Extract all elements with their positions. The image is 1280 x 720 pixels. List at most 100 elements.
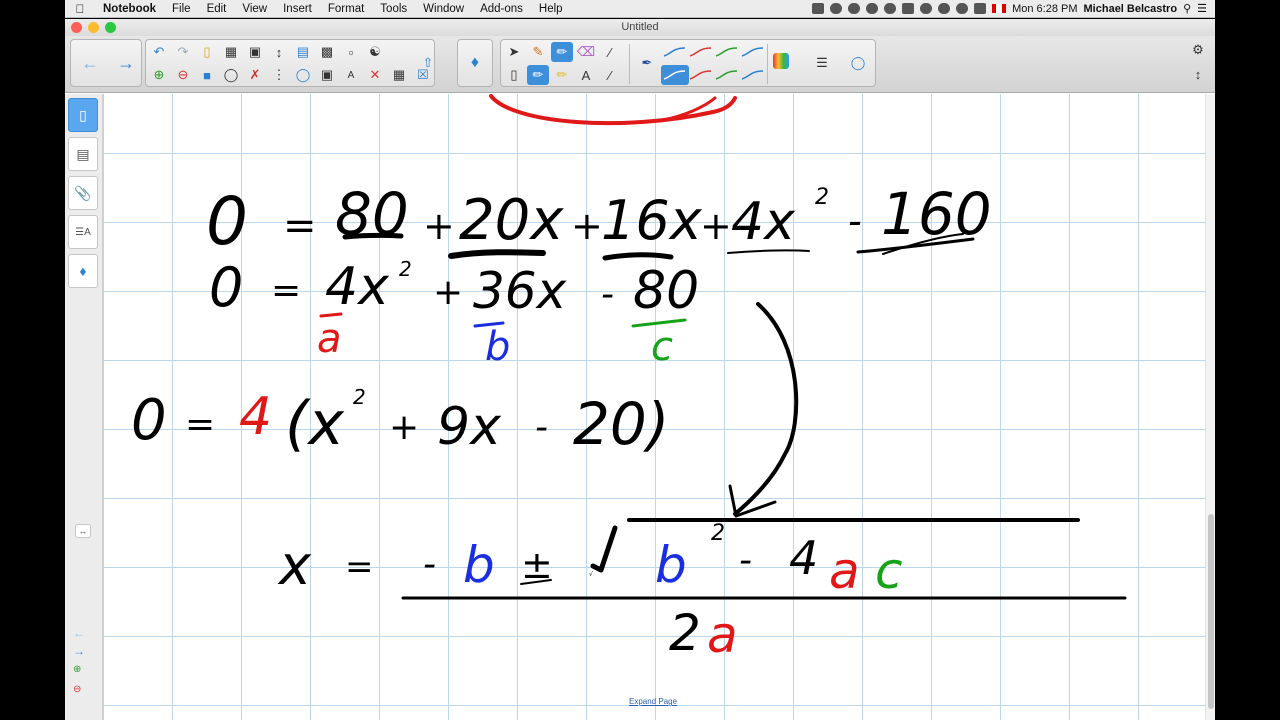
notification-center-icon[interactable]: ☰ <box>1197 2 1207 15</box>
delete-page-icon[interactable]: ⊖ <box>172 65 194 85</box>
scrollbar-thumb[interactable] <box>1208 514 1214 709</box>
line1-term-4x: 4x <box>731 192 796 252</box>
fill-tool-icon[interactable]: ∕ <box>599 65 621 85</box>
text-tool-icon[interactable]: A <box>575 65 597 85</box>
highlighter-icon[interactable]: ✏ <box>551 65 573 85</box>
expand-page-link[interactable]: Expand Page <box>629 697 677 706</box>
shapes-tool-icon[interactable]: ▯ <box>503 65 525 85</box>
status-app-icon[interactable] <box>812 3 825 14</box>
menu-edit[interactable]: Edit <box>199 3 235 15</box>
user-name[interactable]: Michael Belcastro <box>1084 3 1178 15</box>
menu-tools[interactable]: Tools <box>372 3 415 15</box>
eraser-tool-icon[interactable]: ⌫ <box>575 42 597 62</box>
properties-tab[interactable]: ☰A <box>68 215 98 249</box>
spotlight-icon[interactable]: ⚲ <box>1183 2 1191 15</box>
link-icon[interactable]: ◯ <box>292 65 314 85</box>
undo-icon[interactable]: ↶ <box>148 42 170 62</box>
open-file-icon[interactable]: ▯ <box>196 42 218 62</box>
record-icon[interactable]: ▣ <box>316 65 338 85</box>
minimize-window-icon[interactable] <box>88 22 99 33</box>
delete-page-side-icon[interactable]: ⊖ <box>73 684 81 695</box>
gallery-tab[interactable]: ▤ <box>68 137 98 171</box>
insert-table-icon[interactable]: ↕ <box>268 42 290 62</box>
menu-window[interactable]: Window <box>415 3 472 15</box>
text-icon[interactable]: A <box>340 65 362 85</box>
line-style-icon[interactable]: ☰ <box>811 53 833 73</box>
pen-swatch-red-thick[interactable] <box>687 65 715 85</box>
status-sync-icon[interactable] <box>830 3 843 14</box>
airplay-icon[interactable] <box>902 3 915 14</box>
settings-gear-icon[interactable]: ⚙ <box>1187 40 1209 60</box>
pen-swatch-blue-thick[interactable] <box>739 65 767 85</box>
menu-addons[interactable]: Add-ons <box>472 3 531 15</box>
volume-icon[interactable] <box>956 3 969 14</box>
bluetooth-icon[interactable] <box>938 3 951 14</box>
status-cloud-icon[interactable] <box>866 3 879 14</box>
line-tool-icon[interactable]: ∕ <box>599 42 621 62</box>
forward-arrow-icon[interactable]: → <box>115 53 137 73</box>
document-camera-icon[interactable]: ▤ <box>292 42 314 62</box>
pen-swatch-blue[interactable] <box>739 42 767 62</box>
side-tab-bar: ▯ ▤ 📎 ☰A ♦ ↔ ← → ⊕ ⊖ <box>65 94 103 720</box>
pen-swatch-blue-thin[interactable] <box>661 42 689 62</box>
delete-icon[interactable]: ✕ <box>364 65 386 85</box>
properties-icon[interactable]: ⋮ <box>268 65 290 85</box>
menu-insert[interactable]: Insert <box>275 3 320 15</box>
battery-icon[interactable] <box>974 3 987 14</box>
menu-format[interactable]: Format <box>320 3 372 15</box>
pen-tool-icon[interactable]: ✏ <box>551 42 573 62</box>
apple-icon[interactable]:  <box>65 2 95 16</box>
color-palette-icon[interactable] <box>773 53 789 69</box>
clear-ink-icon[interactable]: ✗ <box>244 65 266 85</box>
previous-page-icon[interactable]: ← <box>73 626 85 640</box>
add-page-icon[interactable]: ⊕ <box>148 65 170 85</box>
table-icon[interactable]: ▦ <box>388 65 410 85</box>
tools-group: ➤ ✎ ✏ ⌫ ∕ ▯ ✏ ✏ A ∕ ✒ ☰ ◯ <box>500 39 876 87</box>
magic-pen-icon[interactable]: ✏ <box>527 65 549 85</box>
menu-help[interactable]: Help <box>531 3 571 15</box>
status-dropbox-icon[interactable] <box>848 3 861 14</box>
redo-icon[interactable]: ↷ <box>172 42 194 62</box>
notebook-canvas[interactable]: 0 = 80 + 20x + 16x + 4x 2 - 160 0 = 4x 2… <box>103 94 1205 720</box>
macos-menubar:  Notebook File Edit View Insert Format … <box>65 0 1215 18</box>
puzzle-piece-icon[interactable]: ♦ <box>464 53 486 73</box>
toolbar-position-icon[interactable]: ↕ <box>1187 64 1209 84</box>
formula-neg: - <box>423 544 436 585</box>
menu-app-name[interactable]: Notebook <box>95 3 164 15</box>
menu-file[interactable]: File <box>164 3 199 15</box>
screen-shade-icon[interactable]: ▦ <box>220 42 242 62</box>
line3-plus: + <box>389 407 419 448</box>
pen-swatch-red[interactable] <box>687 42 715 62</box>
close-window-icon[interactable] <box>71 22 82 33</box>
select-tool-icon[interactable]: ➤ <box>503 42 525 62</box>
vertical-scrollbar[interactable] <box>1205 94 1215 720</box>
camera-icon[interactable]: ◯ <box>220 65 242 85</box>
capture-icon[interactable]: ▩ <box>316 42 338 62</box>
attachments-tab[interactable]: 📎 <box>68 176 98 210</box>
lock-icon[interactable]: ☯ <box>364 42 386 62</box>
wifi-icon[interactable] <box>920 3 933 14</box>
image-icon: ▤ <box>76 145 90 162</box>
collapse-sidebar-icon[interactable]: ↔ <box>75 524 91 538</box>
back-arrow-icon[interactable]: ← <box>79 53 101 73</box>
pen-swatch-green[interactable] <box>713 42 741 62</box>
input-source-flag-icon[interactable] <box>992 4 1007 13</box>
status-time-machine-icon[interactable] <box>884 3 897 14</box>
pens-tool-icon[interactable]: ✎ <box>527 42 549 62</box>
zoom-window-icon[interactable] <box>105 22 116 33</box>
upload-icon[interactable]: ⇧ <box>417 53 439 73</box>
addons-tab[interactable]: ♦ <box>68 254 98 288</box>
transparency-icon[interactable]: ◯ <box>847 53 869 73</box>
properties-icon: ☰A <box>75 226 91 238</box>
print-icon[interactable]: ▫ <box>340 42 362 62</box>
clock[interactable]: Mon 6:28 PM <box>1012 3 1077 15</box>
pen-swatch-black-selected[interactable] <box>661 65 689 85</box>
menu-view[interactable]: View <box>234 3 275 15</box>
full-screen-icon[interactable]: ▣ <box>244 42 266 62</box>
page-sorter-tab[interactable]: ▯ <box>68 98 98 132</box>
add-page-side-icon[interactable]: ⊕ <box>73 664 81 675</box>
save-icon[interactable]: ■ <box>196 65 218 85</box>
next-page-icon[interactable]: → <box>73 644 85 658</box>
pen-style-icon[interactable]: ✒ <box>636 53 658 73</box>
pen-swatch-green-thick[interactable] <box>713 65 741 85</box>
